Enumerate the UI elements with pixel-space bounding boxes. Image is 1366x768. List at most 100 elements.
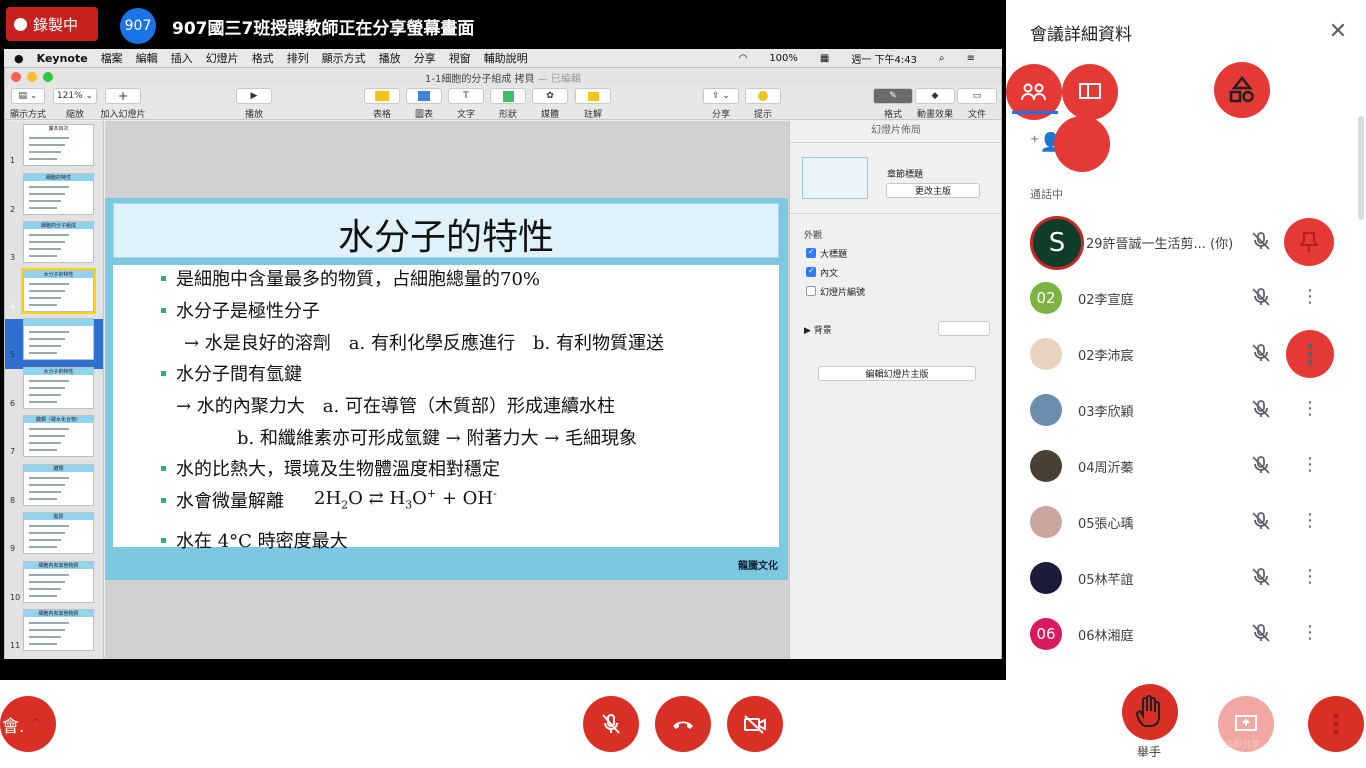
add-people-button[interactable] — [1054, 116, 1110, 172]
apple-icon[interactable]: ● — [14, 52, 24, 65]
menu-item[interactable]: 插入 — [171, 50, 193, 66]
close-icon[interactable]: ✕ — [1324, 18, 1352, 46]
slide-thumbnail[interactable]: 脂質 — [23, 512, 94, 554]
camera-off-button[interactable] — [727, 696, 783, 752]
meeting-details-button[interactable]: 會. ^ — [0, 696, 56, 752]
edit-master-button[interactable]: 編輯幻燈片主版 — [818, 366, 976, 381]
shape-button[interactable] — [490, 88, 526, 104]
animate-button[interactable]: ◆ — [915, 88, 955, 104]
slide-thumbnail[interactable]: 細胞的分子組成 — [23, 221, 94, 263]
bullet-icon — [161, 276, 166, 281]
participant-more-icon[interactable]: ⋮ — [1300, 622, 1320, 644]
tips-button[interactable] — [745, 88, 781, 104]
menu-item[interactable]: 檔案 — [101, 50, 123, 66]
participant-avatar — [1030, 338, 1062, 370]
menu-item[interactable]: 播放 — [379, 50, 401, 66]
muted-mic-icon[interactable] — [1250, 454, 1272, 476]
muted-mic-icon[interactable] — [1250, 342, 1272, 364]
menu-app-name[interactable]: Keynote — [37, 52, 88, 65]
menu-item[interactable]: 分享 — [414, 50, 436, 66]
participant-name: 02李宣庭 — [1078, 293, 1134, 308]
participant-row[interactable]: 05張心瑀 ⋮ — [1006, 494, 1366, 550]
menu-item[interactable]: 顯示方式 — [322, 50, 366, 66]
slide-thumbnail[interactable]: 細胞內有其他物質 — [23, 609, 94, 651]
text-button[interactable]: T — [448, 88, 484, 104]
chat-tab-icon[interactable] — [1062, 64, 1118, 120]
muted-mic-icon[interactable] — [1250, 622, 1272, 644]
muted-mic-icon[interactable] — [1250, 286, 1272, 308]
participant-name: 05林芊誼 — [1078, 573, 1134, 588]
participant-more-icon[interactable]: ⋮ — [1300, 286, 1320, 308]
muted-mic-icon[interactable] — [1250, 398, 1272, 420]
comment-button[interactable] — [575, 88, 611, 104]
more-options-button[interactable] — [1308, 696, 1364, 752]
slide-number-checkbox[interactable] — [806, 286, 816, 296]
participant-row[interactable]: 02 02李宣庭 ⋮ — [1006, 270, 1366, 326]
slide-navigator[interactable]: 1 課本目次 2 細胞的特性 3 細胞的分子組成 4 水分子的特性 5 6 水分子的特性 7 醣類（碳水… — [5, 121, 104, 659]
document-button[interactable]: ▭ — [957, 88, 997, 104]
slide-thumbnail[interactable]: 水分子的特性 — [23, 366, 94, 409]
current-slide[interactable]: 水分子的特性 是細胞中含量最多的物質，占細胞總量的70% 水分子是極性分子 → … — [105, 198, 788, 580]
slide-thumbnail[interactable]: 課本目次 — [23, 124, 94, 166]
title-checkbox[interactable] — [806, 247, 816, 258]
table-button[interactable] — [364, 88, 400, 104]
menu-item[interactable]: 格式 — [252, 50, 274, 66]
slide-canvas[interactable]: 水分子的特性 是細胞中含量最多的物質，占細胞總量的70% 水分子是極性分子 → … — [105, 121, 789, 659]
play-button[interactable]: ▶ — [236, 88, 272, 104]
layout-preview[interactable] — [802, 157, 868, 199]
zoom-select[interactable]: 121% ⌄ — [53, 88, 97, 104]
slide-body[interactable]: 是細胞中含量最多的物質，占細胞總量的70% 水分子是極性分子 → 水是良好的溶劑… — [113, 265, 779, 552]
muted-mic-icon[interactable] — [1250, 510, 1272, 532]
chart-icon — [418, 91, 430, 101]
in-call-label: 通話中 — [1030, 188, 1063, 201]
wifi-icon[interactable]: ◠ — [739, 53, 748, 64]
leave-call-button[interactable] — [655, 696, 711, 752]
participant-more-icon[interactable]: ⋮ — [1300, 510, 1320, 532]
slide-thumbnail[interactable]: 水分子的特性 — [21, 267, 96, 314]
bullet-icon — [161, 538, 166, 543]
mic-off-button[interactable] — [583, 696, 639, 752]
slide-thumbnail[interactable]: 細胞的特性 — [23, 172, 94, 215]
thumbnail-text-line — [29, 192, 65, 195]
raise-hand-button[interactable] — [1122, 684, 1178, 740]
slide-title-box[interactable]: 水分子的特性 — [113, 203, 779, 258]
menu-item[interactable]: 幻燈片 — [206, 50, 239, 66]
thumbnail-text-line — [29, 345, 61, 347]
activities-tab-icon[interactable] — [1214, 62, 1270, 118]
spotlight-icon[interactable]: ⌕ — [939, 53, 945, 64]
participant-row[interactable]: 03李欣穎 ⋮ — [1006, 382, 1366, 438]
slide-footer: 龍騰文化 — [738, 561, 778, 572]
menu-item[interactable]: 視窗 — [449, 50, 471, 66]
panel-scrollbar[interactable] — [1358, 116, 1364, 220]
menu-item[interactable]: 排列 — [287, 50, 309, 66]
body-checkbox[interactable] — [806, 266, 816, 277]
background-label[interactable]: ▶ 背景 — [804, 323, 832, 336]
muted-mic-icon[interactable] — [1250, 230, 1272, 252]
pin-icon[interactable] — [1284, 218, 1334, 266]
format-button[interactable]: ✎ — [873, 88, 913, 104]
participant-menu-open-icon[interactable] — [1286, 330, 1334, 378]
participant-more-icon[interactable]: ⋮ — [1300, 566, 1320, 588]
background-color-well[interactable] — [938, 321, 990, 336]
flag-icon[interactable]: ▦ — [820, 53, 829, 64]
add-slide-button[interactable]: + — [105, 88, 141, 104]
slide-thumbnail[interactable]: 醣類（碳水化合物） — [23, 415, 94, 457]
chart-button[interactable] — [406, 88, 442, 104]
media-button[interactable]: ✿ — [532, 88, 568, 104]
clock-text[interactable]: 週一 下午4:43 — [851, 51, 917, 66]
menu-item[interactable]: 編輯 — [136, 50, 158, 66]
slide-thumbnail[interactable]: 醣類 — [23, 463, 94, 506]
notification-icon[interactable]: ≡ — [967, 53, 975, 64]
participant-row[interactable]: 05林芊誼 ⋮ — [1006, 550, 1366, 606]
participant-more-icon[interactable]: ⋮ — [1300, 454, 1320, 476]
participant-row[interactable]: 06 06林湘庭 ⋮ — [1006, 606, 1366, 662]
menu-item[interactable]: 輔助說明 — [484, 50, 528, 66]
muted-mic-icon[interactable] — [1250, 566, 1272, 588]
change-master-button[interactable]: 更改主版 — [886, 183, 980, 198]
participant-row[interactable]: 04周沂蓁 ⋮ — [1006, 438, 1366, 494]
participant-more-icon[interactable]: ⋮ — [1300, 398, 1320, 420]
slide-thumbnail[interactable] — [23, 318, 94, 360]
slide-thumbnail[interactable]: 細胞內有其他物質 — [23, 560, 94, 603]
view-button[interactable]: ▤ ⌄ — [11, 88, 45, 104]
share-button[interactable]: ⇪ ⌄ — [703, 88, 739, 104]
